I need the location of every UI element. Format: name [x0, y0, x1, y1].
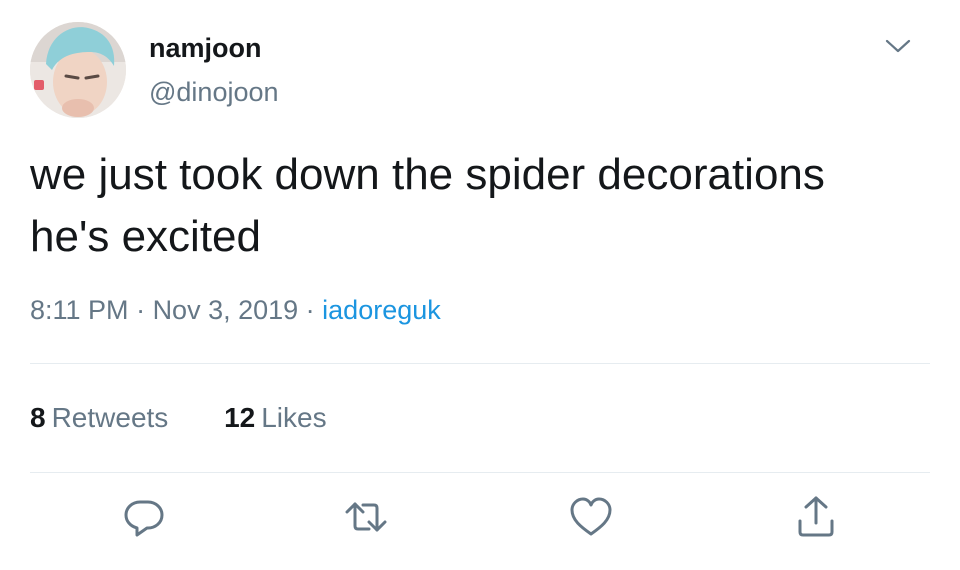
share-icon [798, 496, 834, 537]
meta-separator: · [298, 295, 323, 325]
tweet-time[interactable]: 8:11 PM [30, 295, 129, 325]
reply-icon [124, 500, 164, 537]
like-button[interactable] [567, 493, 615, 541]
likes-stat[interactable]: 12 Likes [224, 400, 327, 436]
tweet-stats: 8 Retweets 12 Likes [30, 400, 327, 436]
tweet-text: we just took down the spider decorations… [30, 144, 940, 268]
avatar[interactable] [30, 22, 126, 118]
tweet-card: namjoon @dinojoon we just took down the … [0, 0, 960, 570]
display-name[interactable]: namjoon [149, 32, 279, 64]
tweet-text-line: we just took down the spider decorations [30, 150, 825, 199]
divider [30, 472, 930, 473]
chevron-down-icon[interactable] [882, 30, 914, 62]
avatar-image [30, 22, 126, 118]
reply-button[interactable] [120, 493, 168, 541]
divider [30, 363, 930, 364]
likes-count: 12 [224, 402, 256, 433]
tweet-date[interactable]: Nov 3, 2019 [153, 295, 299, 325]
meta-separator: · [128, 295, 153, 325]
retweet-icon [345, 502, 387, 532]
retweets-label: Retweets [51, 402, 169, 433]
tweet-header: namjoon @dinojoon [30, 22, 930, 118]
user-handle[interactable]: @dinojoon [149, 76, 279, 108]
tweet-meta: 8:11 PM · Nov 3, 2019 · iadoreguk [30, 292, 441, 328]
tweet-text-line: he's excited [30, 212, 261, 261]
share-button[interactable] [792, 493, 840, 541]
tweet-actions [30, 493, 930, 543]
retweets-count: 8 [30, 402, 46, 433]
user-names: namjoon @dinojoon [149, 32, 279, 108]
tweet-source-link[interactable]: iadoreguk [322, 295, 441, 325]
likes-label: Likes [261, 402, 327, 433]
retweets-stat[interactable]: 8 Retweets [30, 400, 168, 436]
heart-icon [570, 497, 612, 536]
retweet-button[interactable] [342, 493, 390, 541]
